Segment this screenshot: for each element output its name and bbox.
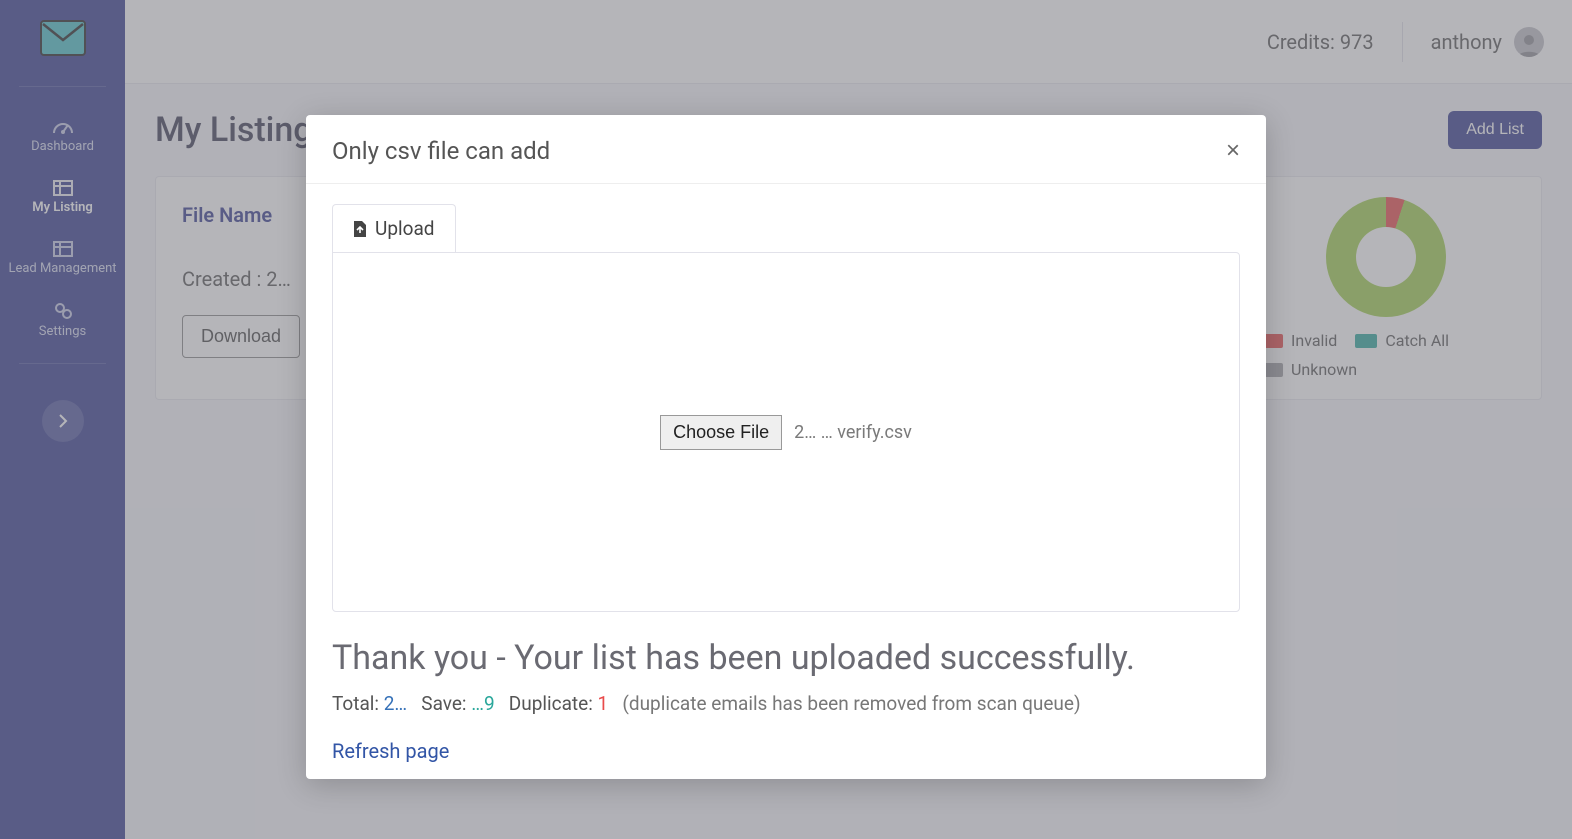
upload-counts-line: Total: 2… Save: …9 Duplicate: 1 (duplica… bbox=[332, 692, 1240, 715]
total-label: Total: bbox=[332, 692, 379, 715]
duplicate-label: Duplicate: bbox=[509, 692, 593, 715]
close-icon: × bbox=[1226, 137, 1240, 164]
modal-body: Upload Choose File 2… … verify.csv Thank… bbox=[306, 184, 1266, 769]
upload-panel: Choose File 2… … verify.csv bbox=[332, 252, 1240, 612]
duplicate-note: (duplicate emails has been removed from … bbox=[622, 692, 1080, 715]
save-value: …9 bbox=[471, 692, 494, 715]
file-upload-icon bbox=[353, 220, 367, 238]
total-value: 2… bbox=[384, 692, 407, 715]
refresh-page-link[interactable]: Refresh page bbox=[332, 739, 449, 763]
modal-overlay[interactable]: Only csv file can add × Upload Choose Fi… bbox=[0, 0, 1572, 839]
modal-title: Only csv file can add bbox=[332, 137, 550, 165]
duplicate-value: 1 bbox=[598, 692, 609, 715]
modal-header: Only csv file can add × bbox=[306, 115, 1266, 184]
tab-upload-label: Upload bbox=[375, 217, 435, 240]
upload-modal: Only csv file can add × Upload Choose Fi… bbox=[306, 115, 1266, 779]
tab-upload[interactable]: Upload bbox=[332, 204, 456, 252]
modal-close-button[interactable]: × bbox=[1226, 137, 1240, 165]
chosen-file-name: 2… … verify.csv bbox=[794, 422, 912, 443]
upload-success-message: Thank you - Your list has been uploaded … bbox=[332, 638, 1240, 678]
choose-file-button[interactable]: Choose File bbox=[660, 415, 782, 450]
modal-tab-nav: Upload bbox=[332, 204, 1240, 252]
save-label: Save: bbox=[421, 692, 466, 715]
